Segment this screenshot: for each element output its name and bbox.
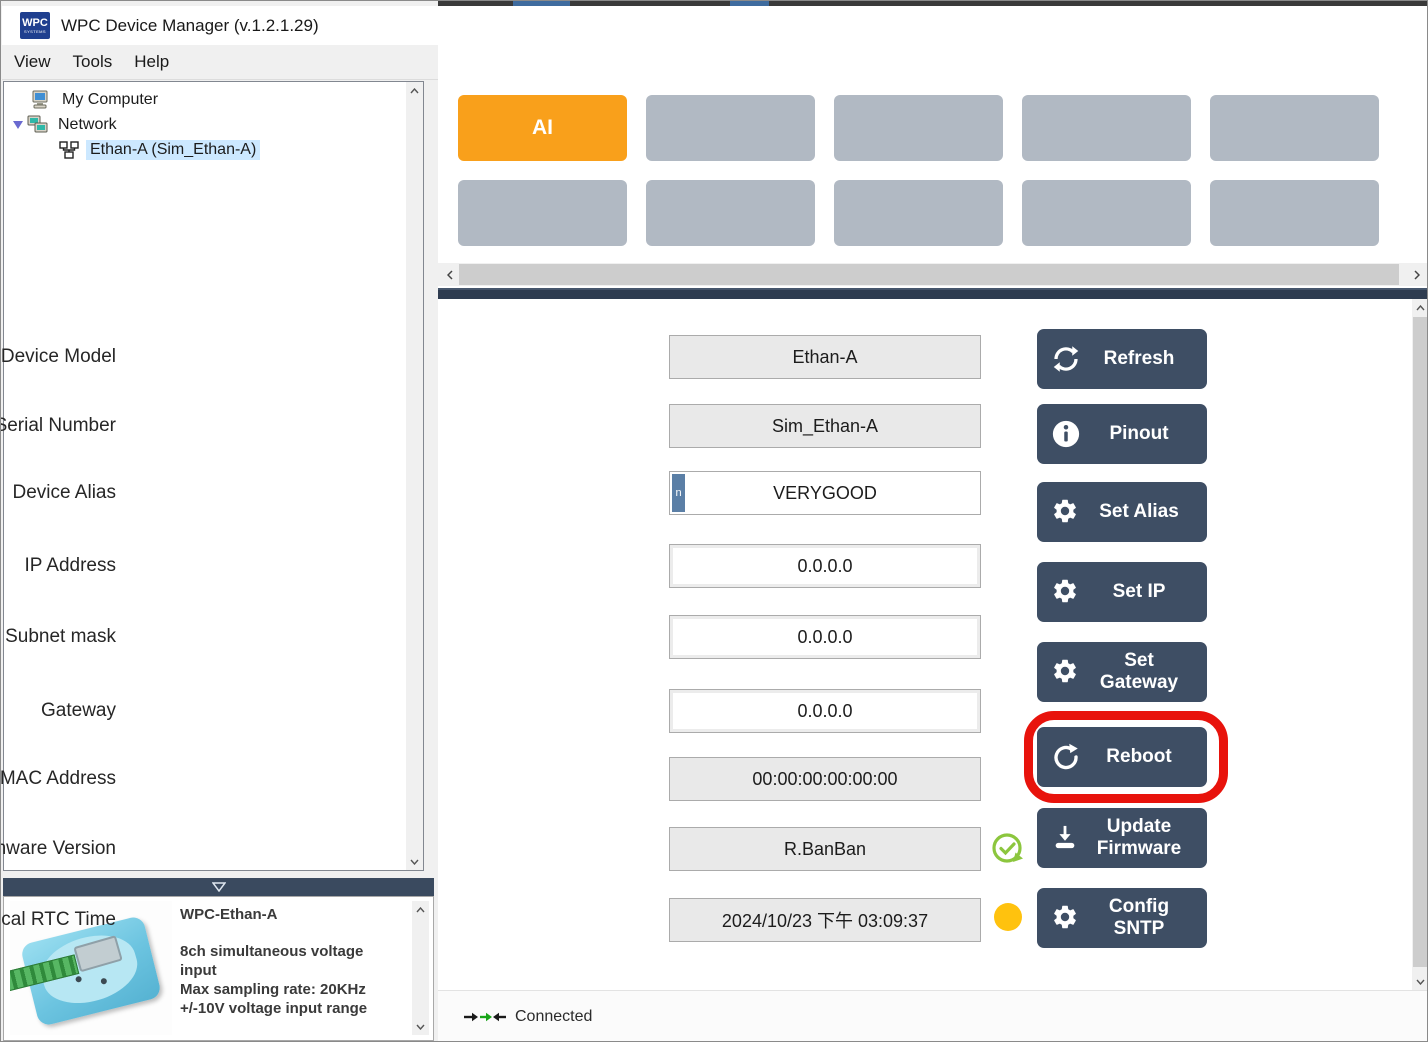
tree-item-ethan-a[interactable]: Ethan-A (Sim_Ethan-A) xyxy=(4,137,423,162)
module-button-placeholder[interactable] xyxy=(1210,95,1379,161)
lan-device-icon xyxy=(58,140,80,160)
window-title: WPC Device Manager (v.1.2.1.29) xyxy=(61,15,319,35)
alias-selection-mark: n xyxy=(672,474,685,512)
module-button-placeholder[interactable] xyxy=(646,95,815,161)
firmware-version-field xyxy=(669,827,981,871)
set-gateway-button[interactable]: Set Gateway xyxy=(1037,642,1207,702)
network-icon xyxy=(26,115,48,135)
scroll-left-icon[interactable] xyxy=(440,263,460,286)
scroll-right-icon[interactable] xyxy=(1407,263,1427,286)
module-button-placeholder[interactable] xyxy=(1210,180,1379,246)
tree-connector xyxy=(42,142,58,158)
reboot-button[interactable]: Reboot xyxy=(1037,727,1207,787)
form-scrollbar[interactable] xyxy=(1412,299,1427,990)
menu-tools[interactable]: Tools xyxy=(63,48,123,76)
device-tree-panel: My Computer Network Ethan-A (Sim_Ethan-A… xyxy=(3,81,424,871)
field-label-ip-address: IP Address xyxy=(24,555,116,576)
tree-item-label: Network xyxy=(58,115,117,133)
info-icon xyxy=(1051,419,1081,449)
scroll-up-icon[interactable] xyxy=(412,901,429,918)
download-icon xyxy=(1051,823,1081,853)
config-sntp-button[interactable]: Config SNTP xyxy=(1037,888,1207,948)
device-spec-line: 8ch simultaneous voltage input xyxy=(180,943,364,979)
wpc-device-manager-window: WPC SYSTEMS WPC Device Manager (v.1.2.1.… xyxy=(0,0,1428,1042)
tree-connector xyxy=(14,92,30,108)
gear-icon xyxy=(1051,903,1081,933)
scroll-down-icon[interactable] xyxy=(406,853,423,870)
scrollbar-thumb[interactable] xyxy=(1413,317,1427,967)
my-computer-icon xyxy=(30,90,52,110)
collapse-triangle-icon xyxy=(211,882,226,892)
serial-number-field xyxy=(669,404,981,448)
gear-icon xyxy=(1051,657,1081,687)
tree-item-network[interactable]: Network xyxy=(4,112,423,137)
menu-view[interactable]: View xyxy=(4,48,61,76)
mac-address-field xyxy=(669,757,981,801)
info-scrollbar[interactable] xyxy=(412,901,429,1035)
ip-address-input[interactable] xyxy=(669,544,981,588)
field-label-mac-address: MAC Address xyxy=(0,768,116,789)
pinout-button[interactable]: Pinout xyxy=(1037,404,1207,464)
device-description: WPC-Ethan-A 8ch simultaneous voltage inp… xyxy=(180,905,402,1018)
device-model-field xyxy=(669,335,981,379)
panel-splitter[interactable] xyxy=(3,878,434,896)
update-firmware-button[interactable]: Update Firmware xyxy=(1037,808,1207,868)
gear-icon xyxy=(1051,497,1081,527)
gear-icon xyxy=(1051,577,1081,607)
tree-item-label: Ethan-A (Sim_Ethan-A) xyxy=(86,139,261,160)
subnet-mask-input[interactable] xyxy=(669,615,981,659)
gateway-input[interactable] xyxy=(669,689,981,733)
set-ip-button[interactable]: Set IP xyxy=(1037,562,1207,622)
connection-status-text: Connected xyxy=(515,1007,593,1025)
field-label-gateway: Gateway xyxy=(41,700,116,721)
firmware-ok-icon xyxy=(990,831,1026,867)
rtc-sync-status-icon xyxy=(993,902,1029,938)
device-settings-form: Device Model Serial Number Device Alias … xyxy=(1,299,1412,990)
scroll-up-icon[interactable] xyxy=(1412,299,1427,316)
main-area: AI Device Model Seria xyxy=(1,6,1427,1041)
reboot-icon xyxy=(1051,742,1081,772)
field-label-firmware-version: Firmware Version xyxy=(1,838,116,859)
module-button-placeholder[interactable] xyxy=(646,180,815,246)
scroll-down-icon[interactable] xyxy=(412,1018,429,1035)
device-alias-input[interactable] xyxy=(669,471,981,515)
device-spec-line: +/-10V voltage input range xyxy=(180,1000,368,1017)
module-button-ai[interactable]: AI xyxy=(458,95,627,161)
scroll-down-icon[interactable] xyxy=(1412,973,1427,990)
field-label-device-model: Device Model xyxy=(0,346,116,367)
tree-item-my-computer[interactable]: My Computer xyxy=(4,87,423,112)
tree-item-label: My Computer xyxy=(62,90,159,108)
field-label-local-rtc-time: Local RTC Time xyxy=(1,909,116,930)
app-logo-icon: WPC SYSTEMS xyxy=(20,12,50,39)
refresh-icon xyxy=(1051,344,1081,374)
section-divider xyxy=(438,288,1427,299)
field-label-subnet-mask: Subnet mask xyxy=(5,626,116,647)
module-button-placeholder[interactable] xyxy=(834,95,1003,161)
device-spec-line: Max sampling rate: 20KHz xyxy=(180,981,366,998)
field-label-device-alias: Device Alias xyxy=(12,482,117,503)
module-button-placeholder[interactable] xyxy=(1022,180,1191,246)
module-button-placeholder[interactable] xyxy=(834,180,1003,246)
module-button-placeholder[interactable] xyxy=(458,180,627,246)
tree-scrollbar[interactable] xyxy=(406,82,423,870)
module-scrollbar[interactable] xyxy=(438,263,1427,286)
local-rtc-time-field xyxy=(669,898,981,942)
scroll-up-icon[interactable] xyxy=(406,82,423,99)
scrollbar-thumb[interactable] xyxy=(459,264,1399,285)
device-name: WPC-Ethan-A xyxy=(180,906,278,923)
field-label-serial-number: Serial Number xyxy=(0,415,116,436)
menu-help[interactable]: Help xyxy=(124,48,179,76)
connection-arrows-icon xyxy=(463,1010,507,1024)
set-alias-button[interactable]: Set Alias xyxy=(1037,482,1207,542)
module-button-placeholder[interactable] xyxy=(1022,95,1191,161)
statusbar: Connected xyxy=(438,990,1427,1041)
refresh-button[interactable]: Refresh xyxy=(1037,329,1207,389)
tree-expand-icon[interactable] xyxy=(10,117,26,133)
